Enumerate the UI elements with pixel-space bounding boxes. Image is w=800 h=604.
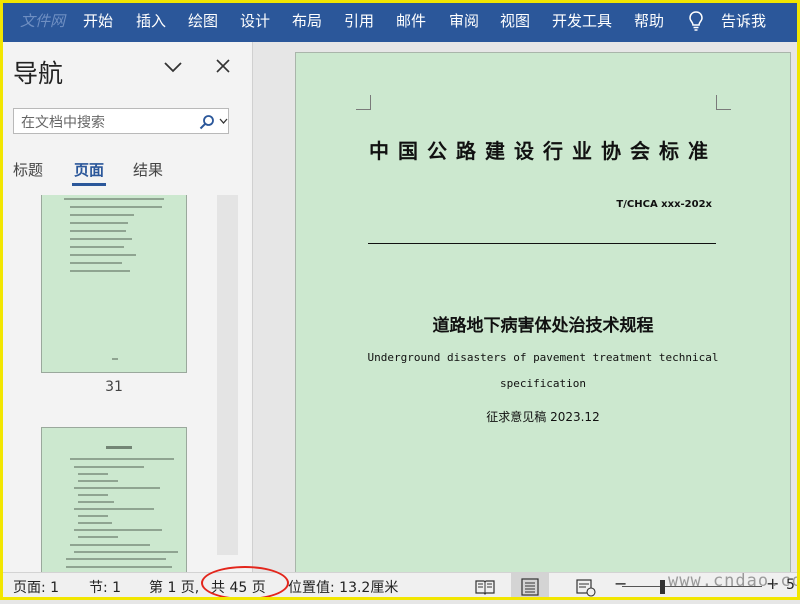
active-tab-indicator	[72, 183, 106, 186]
document-page[interactable]: 中国公路建设行业协会标准 T/CHCA xxx-202x 道路地下病害体处治技术…	[295, 52, 791, 572]
tab-file[interactable]: 文件网	[20, 0, 65, 42]
document-title-en-line2: specification	[499, 377, 587, 390]
page-thumbnails: 31	[3, 195, 252, 572]
title-rule	[368, 243, 716, 244]
file-tab-label: 文件	[20, 12, 51, 30]
document-title-zh: 道路地下病害体处治技术规程	[432, 316, 654, 336]
lightbulb-icon[interactable]	[688, 11, 704, 31]
thumbnail-scrollbar[interactable]	[217, 195, 238, 555]
site-watermark: www.cndao.com	[668, 571, 800, 591]
tab-insert[interactable]: 插入	[136, 0, 166, 42]
page-thumbnail-32[interactable]	[41, 427, 187, 572]
navigation-pane: 导航 在文档中搜索 标题 页面 结果 31	[3, 42, 252, 572]
tab-draw[interactable]: 绘图	[188, 0, 218, 42]
zoom-out-icon[interactable]: −	[614, 574, 627, 593]
draft-status: 征求意见稿 2023.12	[486, 410, 600, 424]
nav-tab-results[interactable]: 结果	[133, 159, 163, 180]
close-icon[interactable]	[215, 58, 231, 74]
status-page-of[interactable]: 第 1 页,	[149, 577, 199, 597]
zoom-slider-handle[interactable]	[660, 580, 665, 594]
thumbnail-page-number: 31	[105, 379, 123, 395]
search-icon[interactable]	[199, 114, 215, 130]
standard-code: T/CHCA xxx-202x	[616, 199, 712, 210]
tab-view[interactable]: 视图	[500, 0, 530, 42]
nav-tab-pages[interactable]: 页面	[74, 159, 104, 180]
margin-mark-top-right	[716, 95, 731, 110]
web-layout-button[interactable]	[566, 573, 604, 600]
search-options-caret-icon[interactable]	[219, 118, 228, 125]
ribbon: 文件网 开始 插入 绘图 设计 布局 引用 邮件 审阅 视图 开发工具 帮助 告…	[0, 0, 800, 42]
tab-review[interactable]: 审阅	[449, 0, 479, 42]
page-thumbnail-31[interactable]	[41, 195, 187, 373]
document-area[interactable]: 中国公路建设行业协会标准 T/CHCA xxx-202x 道路地下病害体处治技术…	[253, 42, 797, 572]
status-section[interactable]: 节: 1	[89, 577, 121, 597]
document-title-en-line1: Underground disasters of pavement treatm…	[367, 351, 719, 364]
margin-mark-top-left	[356, 95, 371, 110]
nav-pane-title: 导航	[13, 59, 64, 88]
search-input[interactable]: 在文档中搜索	[13, 108, 229, 134]
tab-mailings[interactable]: 邮件	[396, 0, 426, 42]
tell-me-search[interactable]: 告诉我	[721, 0, 766, 42]
read-mode-button[interactable]	[466, 573, 504, 600]
read-mode-icon	[475, 580, 495, 595]
tab-home[interactable]: 开始	[83, 0, 113, 42]
search-placeholder: 在文档中搜索	[21, 115, 105, 131]
standard-organization: 中国公路建设行业协会标准	[369, 139, 717, 163]
chevron-down-icon[interactable]	[163, 60, 183, 74]
print-layout-button[interactable]	[511, 573, 549, 600]
print-layout-icon	[521, 578, 539, 596]
tab-help[interactable]: 帮助	[634, 0, 664, 42]
status-page[interactable]: 页面: 1	[13, 577, 59, 597]
highlight-ellipse	[201, 566, 289, 600]
tab-design[interactable]: 设计	[240, 0, 270, 42]
tab-references[interactable]: 引用	[344, 0, 374, 42]
web-layout-icon	[576, 579, 596, 597]
status-position[interactable]: 位置值: 13.2厘米	[288, 577, 398, 597]
tab-layout[interactable]: 布局	[292, 0, 322, 42]
tab-developer[interactable]: 开发工具	[552, 0, 612, 42]
file-tab-watermark: 网	[50, 12, 66, 30]
nav-tab-headings[interactable]: 标题	[13, 159, 43, 180]
